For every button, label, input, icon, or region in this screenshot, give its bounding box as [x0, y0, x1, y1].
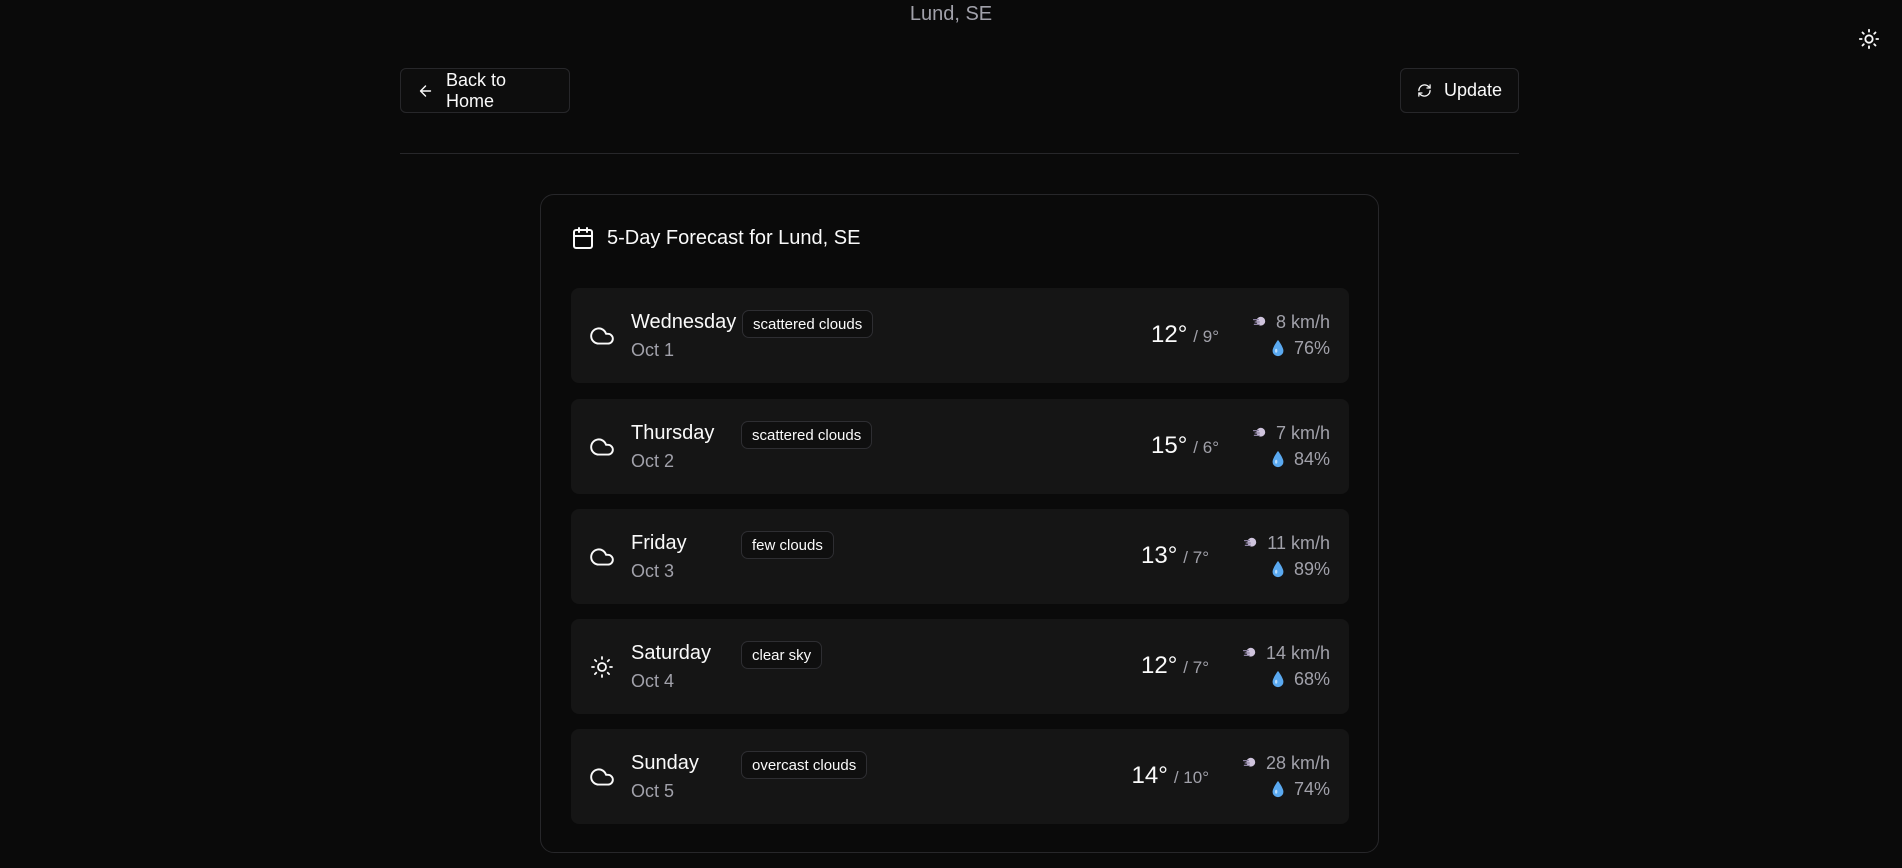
- temp-high: 12°: [1141, 652, 1178, 679]
- humidity-stat: 89%: [1270, 557, 1330, 581]
- wind-stat: 11 km/h: [1243, 531, 1330, 555]
- water-drop-icon: [1272, 560, 1284, 578]
- temp-high: 14°: [1131, 762, 1168, 789]
- calendar-icon: [573, 227, 593, 249]
- location-title: Lund, SE: [909, 3, 993, 25]
- temperature: 13° / 7°: [1141, 542, 1209, 570]
- humidity-stat: 68%: [1270, 667, 1330, 691]
- temp-low: / 6°: [1193, 438, 1219, 457]
- forecast-card-header: 5-Day Forecast for Lund, SE: [571, 226, 860, 250]
- day-date: Oct 3: [631, 561, 675, 581]
- day-date: Oct 5: [631, 781, 675, 801]
- water-drop-icon: [1272, 450, 1284, 468]
- forecast-card: 5-Day Forecast for Lund, SE Wednesday Oc…: [540, 194, 1379, 853]
- humidity-stat: 76%: [1270, 336, 1330, 360]
- temp-low: / 7°: [1183, 658, 1209, 677]
- temp-low: / 9°: [1193, 327, 1219, 346]
- humidity-value: 68%: [1293, 668, 1330, 689]
- wind-stat: 14 km/h: [1242, 641, 1330, 665]
- day-name: Saturday: [631, 642, 712, 664]
- weather-stats: 14 km/h 68%: [1242, 641, 1330, 691]
- cloud-icon: [589, 323, 615, 349]
- forecast-title: 5-Day Forecast for Lund, SE: [607, 226, 861, 249]
- temp-high: 15°: [1151, 432, 1188, 459]
- humidity-value: 76%: [1293, 337, 1330, 358]
- wind-value: 28 km/h: [1265, 752, 1330, 773]
- wind-value: 11 km/h: [1267, 532, 1330, 553]
- forecast-row-sunday: Sunday Oct 5 overcast clouds 14° / 10° 2…: [571, 729, 1349, 824]
- day-name: Sunday: [631, 752, 699, 774]
- temp-high: 13°: [1141, 542, 1178, 569]
- water-drop-icon: [1272, 780, 1284, 798]
- wind-stat: 8 km/h: [1252, 310, 1330, 334]
- weather-stats: 11 km/h 89%: [1243, 531, 1330, 581]
- humidity-value: 89%: [1293, 558, 1330, 579]
- back-to-home-label: Back to Home: [446, 69, 507, 111]
- wind-stat: 7 km/h: [1252, 421, 1330, 445]
- refresh-icon: [1418, 84, 1431, 97]
- cloud-icon: [589, 764, 615, 790]
- wind-value: 7 km/h: [1275, 422, 1330, 443]
- water-drop-icon: [1272, 339, 1284, 357]
- day-date: Oct 1: [631, 340, 675, 360]
- wind-icon: [1252, 427, 1266, 437]
- temp-high: 12°: [1151, 321, 1188, 348]
- condition-badge: scattered clouds: [742, 310, 874, 338]
- humidity-stat: 84%: [1270, 447, 1330, 471]
- condition-badge: clear sky: [741, 641, 823, 669]
- humidity-value: 84%: [1293, 448, 1330, 469]
- day-name: Friday: [631, 532, 687, 554]
- update-label: Update: [1443, 80, 1502, 100]
- temperature: 12° / 9°: [1151, 321, 1219, 349]
- day-name: Wednesday: [631, 311, 737, 333]
- forecast-row-saturday: Saturday Oct 4 clear sky 12° / 7° 14 km/…: [571, 619, 1349, 714]
- weather-stats: 28 km/h 74%: [1242, 751, 1330, 801]
- temperature: 14° / 10°: [1132, 762, 1209, 790]
- wind-icon: [1242, 757, 1256, 767]
- wind-icon: [1244, 537, 1257, 547]
- humidity-value: 74%: [1293, 778, 1330, 799]
- water-drop-icon: [1272, 670, 1284, 688]
- update-button[interactable]: Update: [1400, 68, 1519, 113]
- back-to-home-button[interactable]: Back to Home: [400, 68, 570, 113]
- wind-icon: [1252, 316, 1266, 326]
- day-date: Oct 4: [631, 671, 675, 691]
- wind-stat: 28 km/h: [1242, 751, 1330, 775]
- temperature: 12° / 7°: [1141, 652, 1209, 680]
- condition-badge: scattered clouds: [741, 421, 873, 449]
- cloud-icon: [589, 544, 615, 570]
- wind-icon: [1242, 647, 1256, 657]
- humidity-stat: 74%: [1270, 777, 1330, 801]
- forecast-row-thursday: Thursday Oct 2 scattered clouds 15° / 6°…: [571, 399, 1349, 494]
- sun-icon: [1858, 28, 1880, 50]
- forecast-row-wednesday: Wednesday Oct 1 scattered clouds 12° / 9…: [571, 288, 1349, 383]
- temp-low: / 7°: [1183, 548, 1209, 567]
- wind-value: 8 km/h: [1275, 311, 1330, 332]
- header-divider: [400, 153, 1519, 154]
- sun-icon: [589, 654, 615, 680]
- day-date: Oct 2: [631, 451, 675, 471]
- weather-stats: 7 km/h 84%: [1252, 421, 1330, 471]
- arrow-left-icon: [419, 84, 432, 97]
- temperature: 15° / 6°: [1151, 432, 1219, 460]
- forecast-row-friday: Friday Oct 3 few clouds 13° / 7° 11 km/h…: [571, 509, 1349, 604]
- cloud-icon: [589, 434, 615, 460]
- weather-stats: 8 km/h 76%: [1252, 310, 1330, 360]
- wind-value: 14 km/h: [1265, 642, 1330, 663]
- condition-badge: overcast clouds: [741, 751, 868, 779]
- temp-low: / 10°: [1173, 768, 1209, 787]
- theme-toggle-button[interactable]: [1856, 26, 1882, 52]
- condition-badge: few clouds: [741, 531, 834, 559]
- day-name: Thursday: [631, 422, 715, 444]
